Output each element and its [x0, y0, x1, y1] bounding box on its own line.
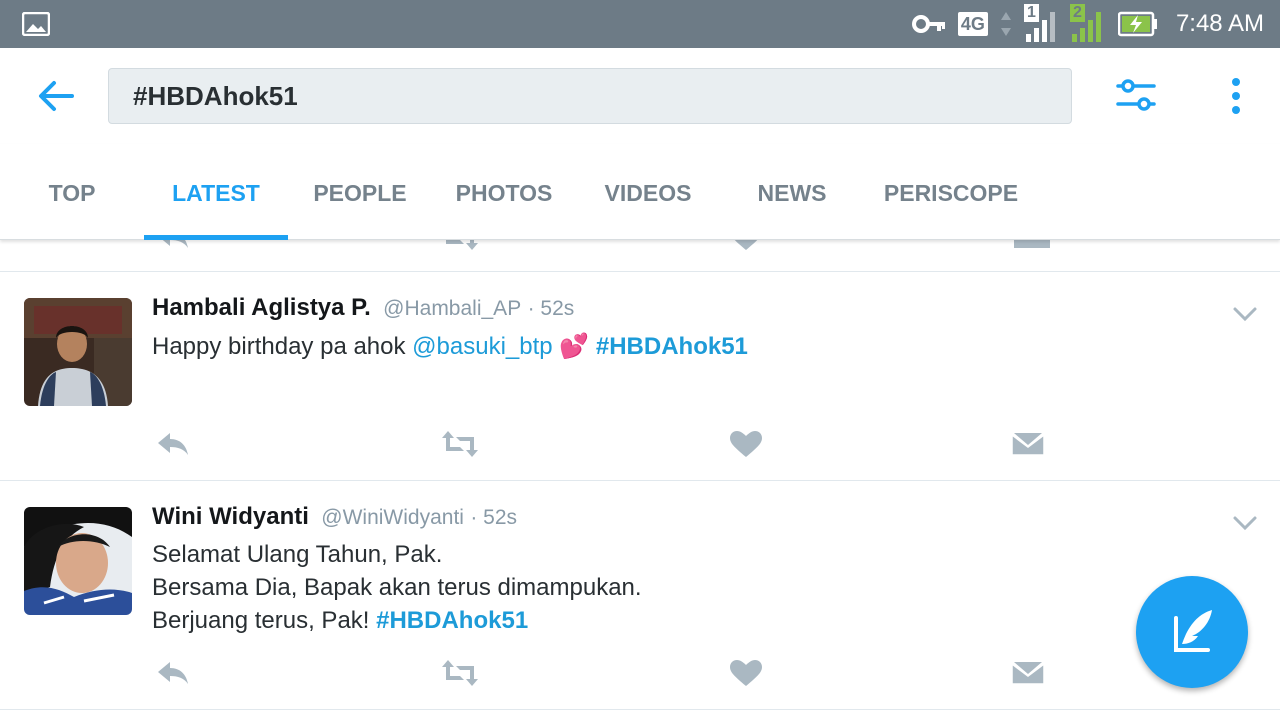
- heart-emoji: 💕: [559, 333, 590, 360]
- tab-top[interactable]: TOP: [0, 144, 144, 240]
- data-arrows-icon: [1000, 12, 1011, 36]
- search-tabs: TOP LATEST PEOPLE PHOTOS VIDEOS NEWS PER…: [0, 144, 1280, 240]
- direct-message-icon[interactable]: [1008, 429, 1048, 459]
- search-header: [0, 48, 1280, 144]
- search-filter-icon[interactable]: [1114, 76, 1158, 116]
- back-arrow-icon[interactable]: [36, 78, 76, 114]
- tab-news[interactable]: NEWS: [720, 144, 864, 240]
- sim2-signal: 2: [1069, 4, 1106, 42]
- status-bar: 4G 1 2 7:48 AM: [0, 0, 1280, 48]
- tweet-header: Hambali Aglistya P. @Hambali_AP · 52s: [152, 294, 574, 322]
- tab-videos[interactable]: VIDEOS: [576, 144, 720, 240]
- compose-quill-icon: [1174, 610, 1212, 652]
- tweet-text-line: Selamat Ulang Tahun, Pak.: [152, 541, 443, 568]
- avatar-photo: [24, 298, 132, 406]
- tweet-text-plain: Happy birthday pa ahok: [152, 333, 413, 360]
- network-type-badge: 4G: [957, 12, 988, 36]
- tweet-header: Wini Widyanti @WiniWidyanti · 52s: [152, 503, 517, 531]
- avatar[interactable]: [24, 507, 132, 615]
- battery-charging-icon: [1117, 11, 1157, 37]
- tweet-text: Happy birthday pa ahok @basuki_btp 💕 #HB…: [152, 330, 748, 363]
- retweet-icon[interactable]: [440, 429, 480, 459]
- tweet-card[interactable]: Hambali Aglistya P. @Hambali_AP · 52s Ha…: [0, 272, 1280, 481]
- avatar[interactable]: [24, 298, 132, 406]
- author-name[interactable]: Hambali Aglistya P.: [152, 294, 371, 321]
- avatar-photo: [24, 507, 132, 615]
- tweet-text-plain: Berjuang terus, Pak!: [152, 607, 377, 634]
- signal-icon: [1071, 12, 1101, 42]
- retweet-icon[interactable]: [440, 240, 480, 252]
- author-handle[interactable]: @WiniWidyanti: [321, 506, 464, 529]
- tab-people[interactable]: PEOPLE: [288, 144, 432, 240]
- like-icon[interactable]: [726, 240, 766, 252]
- search-box[interactable]: [108, 68, 1072, 124]
- reply-icon[interactable]: [154, 429, 194, 459]
- tweet-time: · 52s: [527, 297, 575, 320]
- tweet-text: Selamat Ulang Tahun, Pak. Bersama Dia, B…: [152, 538, 642, 637]
- previous-tweet-actions: [0, 240, 1280, 272]
- more-options-icon[interactable]: [1222, 76, 1250, 116]
- active-tab-indicator: [144, 235, 288, 240]
- like-icon[interactable]: [726, 429, 766, 459]
- clock: 7:48 AM: [1175, 10, 1264, 37]
- mention-link[interactable]: @basuki_btp: [412, 333, 552, 360]
- chevron-down-icon[interactable]: [1232, 515, 1258, 531]
- tweet-text-line: Berjuang terus, Pak! #HBDAhok51: [152, 604, 642, 637]
- key-icon: [911, 15, 945, 33]
- tweet-text-line: Bersama Dia, Bapak akan terus dimampukan…: [152, 574, 642, 601]
- gallery-icon: [22, 12, 50, 36]
- tab-periscope[interactable]: PERISCOPE: [864, 144, 1038, 240]
- chevron-down-icon[interactable]: [1232, 306, 1258, 322]
- reply-icon[interactable]: [154, 240, 194, 252]
- tweet-time: · 52s: [470, 506, 518, 529]
- tab-photos[interactable]: PHOTOS: [432, 144, 576, 240]
- hashtag-link[interactable]: #HBDAhok51: [596, 333, 748, 360]
- signal-icon: [1025, 12, 1055, 42]
- author-name[interactable]: Wini Widyanti: [152, 503, 309, 530]
- like-icon[interactable]: [726, 658, 766, 688]
- retweet-icon[interactable]: [440, 658, 480, 688]
- author-handle[interactable]: @Hambali_AP: [383, 297, 521, 320]
- tab-latest[interactable]: LATEST: [144, 144, 288, 240]
- compose-tweet-button[interactable]: [1136, 576, 1248, 688]
- reply-icon[interactable]: [154, 658, 194, 688]
- direct-message-icon[interactable]: [1008, 658, 1048, 688]
- tweet-card[interactable]: Wini Widyanti @WiniWidyanti · 52s Selama…: [0, 481, 1280, 710]
- direct-message-icon[interactable]: [1012, 240, 1052, 252]
- status-icons: 4G 1 2 7:48 AM: [911, 0, 1264, 48]
- search-input[interactable]: [109, 69, 1071, 123]
- hashtag-link[interactable]: #HBDAhok51: [376, 607, 528, 634]
- sim1-signal: 1: [1023, 4, 1058, 42]
